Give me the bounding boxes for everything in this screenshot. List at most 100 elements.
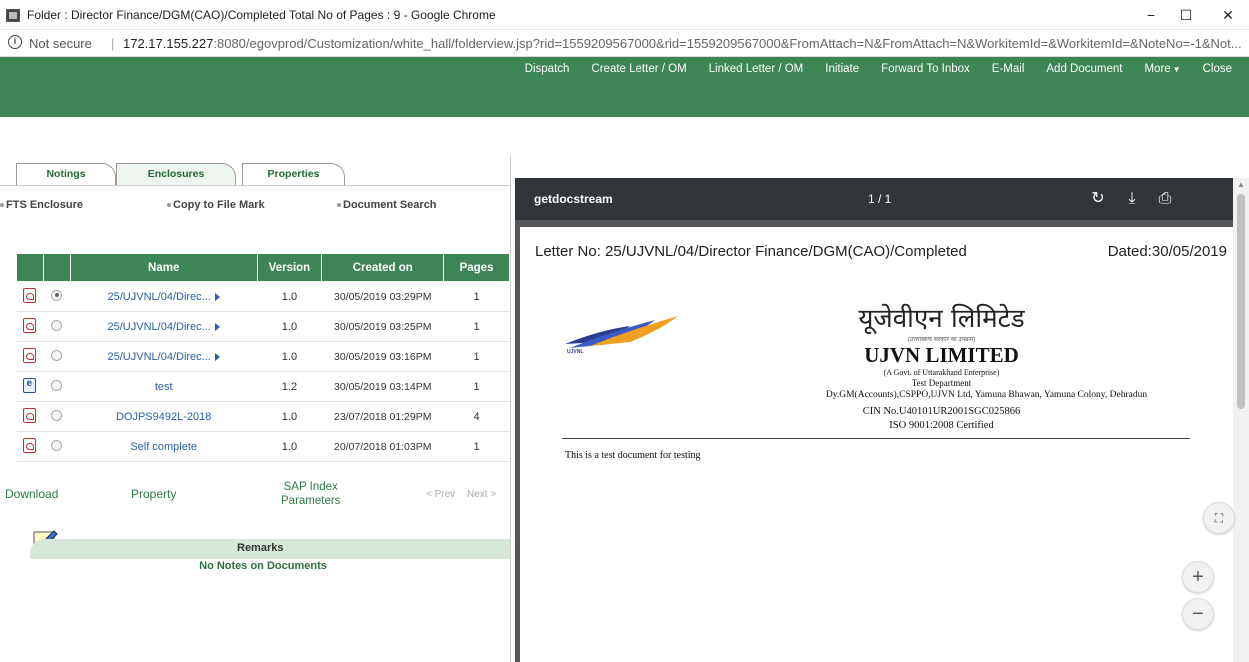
file-type-cell [16, 401, 44, 432]
next-page-link[interactable]: Next > [467, 489, 496, 500]
row-select-radio[interactable] [51, 439, 63, 451]
tab-bar: Notings Enclosures Properties [16, 163, 346, 185]
nav-close[interactable]: Close [1192, 63, 1243, 75]
pages-cell: 1 [443, 311, 510, 342]
zoom-out-button[interactable]: − [1182, 598, 1214, 630]
prev-page-link[interactable]: < Prev [426, 489, 455, 500]
row-select-radio[interactable] [51, 349, 63, 361]
row-select-radio[interactable] [51, 379, 63, 391]
maximize-button[interactable]: ☐ [1175, 6, 1197, 24]
letterhead-divider [562, 438, 1190, 439]
document-name-cell[interactable]: 25/UJVNL/04/Direc... [70, 311, 257, 342]
document-name[interactable]: 25/UJVNL/04/Direc... [108, 351, 211, 363]
expand-arrow-icon[interactable] [214, 352, 220, 361]
document-name[interactable]: 25/UJVNL/04/Direc... [108, 321, 211, 333]
zoom-in-button[interactable]: + [1182, 561, 1214, 593]
no-notes-message: No Notes on Documents [199, 560, 327, 572]
scroll-up-icon[interactable]: ▲ [1237, 180, 1245, 189]
remarks-bar: Remarks [30, 539, 510, 559]
version-cell: 1.2 [257, 371, 322, 402]
table-header-row: Name Version Created on Pages [16, 253, 510, 282]
tab-notings[interactable]: Notings [16, 163, 116, 185]
row-select-radio[interactable] [51, 289, 63, 301]
security-label[interactable]: Not secure [29, 36, 92, 51]
nav-more[interactable]: More ▼ [1133, 63, 1191, 75]
nav-add-document[interactable]: Add Document [1035, 63, 1133, 75]
nav-more-label: More [1144, 63, 1171, 75]
header-select [42, 253, 71, 282]
header-icon [16, 253, 44, 282]
table-row[interactable]: test 1.230/05/2019 03:14PM1 [16, 371, 510, 402]
nav-initiate[interactable]: Initiate [814, 63, 870, 75]
document-name-cell[interactable]: 25/UJVNL/04/Direc... [70, 341, 257, 372]
document-search-link[interactable]: Document Search [337, 199, 437, 211]
created-on-cell: 23/07/2018 01:29PM [321, 401, 444, 432]
minimize-button[interactable]: − [1140, 6, 1162, 24]
remarks-label: Remarks [237, 542, 284, 554]
document-page: Letter No: 25/UJVNL/04/Director Finance/… [520, 227, 1233, 662]
version-cell: 1.0 [257, 341, 322, 372]
nav-dispatch[interactable]: Dispatch [514, 63, 581, 75]
document-name-cell[interactable]: Self complete [70, 431, 257, 462]
nav-create-letter[interactable]: Create Letter / OM [580, 63, 697, 75]
nav-forward-to-inbox[interactable]: Forward To Inbox [870, 63, 981, 75]
print-icon[interactable]: ⎙ [1155, 189, 1175, 209]
table-row[interactable]: DOJPS9492L-2018 1.0 23/07/2018 01:29PM 4 [16, 401, 510, 432]
fit-page-icon[interactable]: ⛶ [1203, 502, 1235, 534]
viewer-page-count: 1 / 1 [868, 192, 892, 206]
document-name-cell[interactable]: test [70, 371, 257, 402]
viewer-toolbar: getdocstream 1 / 1 ↻ ⤓ ⎙ [515, 178, 1249, 220]
table-row[interactable]: 25/UJVNL/04/Direc... 1.0 30/05/2019 03:29P… [16, 281, 510, 312]
document-name-cell[interactable]: DOJPS9492L-2018 [70, 401, 257, 432]
document-name[interactable]: DOJPS9492L-2018 [116, 411, 211, 423]
created-on-cell: 30/05/2019 03:25PM [321, 311, 444, 342]
version-cell: 1.0 [257, 401, 322, 432]
row-select-radio[interactable] [51, 319, 63, 331]
table-row[interactable]: 25/UJVNL/04/Direc... 1.0 30/05/2019 03:16P… [16, 341, 510, 372]
fts-enclosure-link[interactable]: FTS Enclosure [0, 199, 83, 211]
tab-properties[interactable]: Properties [242, 163, 345, 185]
pdf-icon [23, 347, 37, 363]
document-name[interactable]: Self complete [130, 441, 197, 453]
url-text[interactable]: 172.17.155.227:8080/egovprod/Customizati… [123, 36, 1241, 51]
enclosure-links: FTS Enclosure Copy to File Mark Document… [0, 199, 511, 217]
select-cell [43, 281, 71, 312]
expand-arrow-icon[interactable] [214, 292, 220, 301]
viewer-scrollbar[interactable]: ▲ [1233, 178, 1249, 662]
scrollbar-thumb[interactable] [1237, 194, 1245, 409]
property-link[interactable]: Property [131, 487, 176, 501]
company-address: Dy.GM(Accounts),CSPPO,UJVN Ltd, Yamuna B… [825, 390, 1148, 400]
document-name[interactable]: test [155, 381, 173, 393]
copy-to-file-mark-link[interactable]: Copy to File Mark [167, 199, 265, 211]
table-row[interactable]: 25/UJVNL/04/Direc... 1.0 30/05/2019 03:25P… [16, 311, 510, 342]
nav-email[interactable]: E-Mail [981, 63, 1036, 75]
row-select-radio[interactable] [51, 409, 63, 421]
pages-cell: 1 [443, 371, 510, 402]
company-name: UJVN LIMITED [864, 343, 1019, 367]
download-icon[interactable]: ⤓ [1122, 189, 1142, 209]
table-row[interactable]: Self complete 1.0 20/07/2018 01:03PM 1 [16, 431, 510, 462]
window-title: Folder : Director Finance/DGM(CAO)/Compl… [27, 8, 496, 22]
info-icon[interactable]: i [8, 35, 22, 49]
sap-index-parameters-link[interactable]: SAP Index Parameters [281, 480, 340, 508]
bullet-icon [167, 203, 171, 208]
document-name[interactable]: 25/UJVNL/04/Direc... [108, 291, 211, 303]
close-window-button[interactable]: ✕ [1217, 6, 1239, 24]
letter-number: Letter No: 25/UJVNL/04/Director Finance/… [535, 243, 967, 260]
file-type-cell [16, 371, 44, 402]
pages-cell: 1 [443, 431, 510, 462]
address-bar[interactable]: i Not secure | 172.17.155.227:8080/egovp… [0, 30, 1249, 57]
document-name-cell[interactable]: 25/UJVNL/04/Direc... [70, 281, 257, 312]
sap-line-2: Parameters [281, 495, 341, 507]
header-created: Created on [321, 253, 445, 282]
nav-linked-letter[interactable]: Linked Letter / OM [698, 63, 815, 75]
pdf-icon [23, 407, 37, 423]
download-link[interactable]: Download [5, 487, 58, 501]
created-on-cell: 30/05/2019 03:29PM [321, 281, 444, 312]
url-path: :8080/egovprod/Customization/white_hall/… [213, 36, 1241, 51]
tab-enclosures[interactable]: Enclosures [116, 163, 236, 185]
expand-arrow-icon[interactable] [214, 322, 220, 331]
rotate-icon[interactable]: ↻ [1088, 189, 1108, 209]
app-header: Dispatch Create Letter / OM Linked Lette… [0, 57, 1249, 117]
select-cell [43, 431, 71, 462]
